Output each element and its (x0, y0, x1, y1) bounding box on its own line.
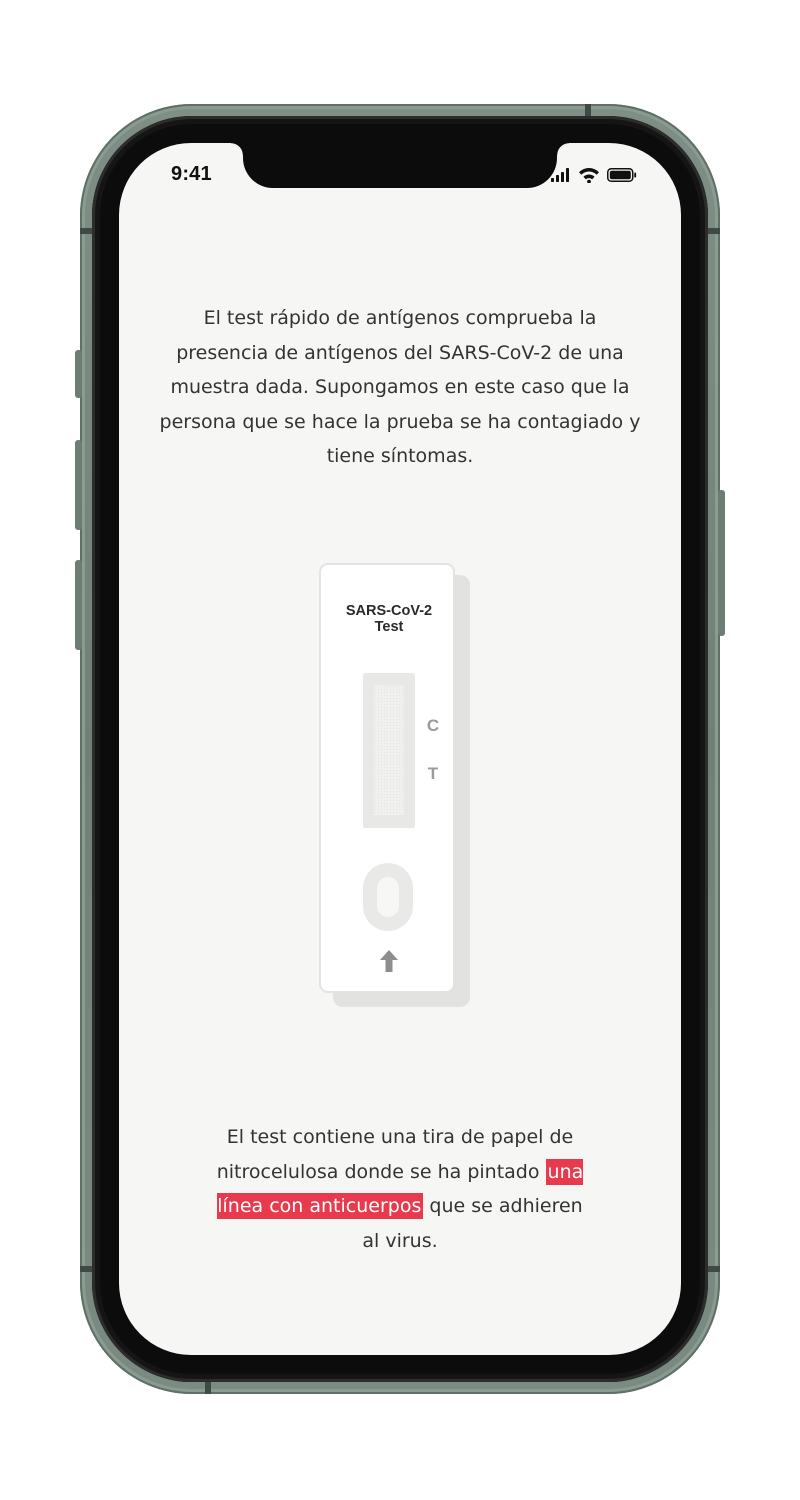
sample-well-opening (377, 877, 399, 917)
explanation-text-before: El test contiene una tira de papel de ni… (216, 1126, 574, 1183)
control-line-label: C (426, 716, 440, 735)
antigen-test-cassette: SARS-CoV-2 Test C T (319, 563, 474, 1011)
volume-up-button (75, 440, 82, 530)
phone-screen[interactable]: 9:41 El test rápido de antígenos comprue… (119, 143, 681, 1355)
explanation-paragraph: El test contiene una tira de papel de ni… (209, 1120, 591, 1258)
cassette-body: SARS-CoV-2 Test C T (319, 563, 455, 993)
status-time: 9:41 (171, 163, 212, 185)
intro-paragraph: El test rápido de antígenos comprueba la… (159, 307, 641, 467)
status-icons (551, 167, 637, 183)
cassette-title-line-2: Test (374, 619, 404, 635)
volume-down-button (75, 560, 82, 650)
signal-icon (551, 168, 569, 182)
antenna-band (585, 104, 591, 116)
battery-icon (607, 168, 637, 182)
mute-switch (75, 350, 82, 398)
test-line-label: T (427, 764, 439, 783)
antenna-band (205, 1382, 211, 1394)
result-window (363, 673, 415, 828)
cassette-title-line-1: SARS-CoV-2 (345, 603, 433, 619)
antenna-band (80, 1266, 92, 1272)
arrow-up-icon (380, 950, 398, 972)
power-button (718, 490, 725, 636)
wifi-icon (579, 167, 599, 183)
antenna-band (80, 228, 92, 234)
nitrocellulose-strip (374, 685, 404, 815)
antenna-band (708, 228, 720, 234)
sample-well (363, 863, 413, 931)
antenna-band (708, 1266, 720, 1272)
notch (231, 143, 569, 188)
cassette-title: SARS-CoV-2 Test (321, 603, 457, 635)
